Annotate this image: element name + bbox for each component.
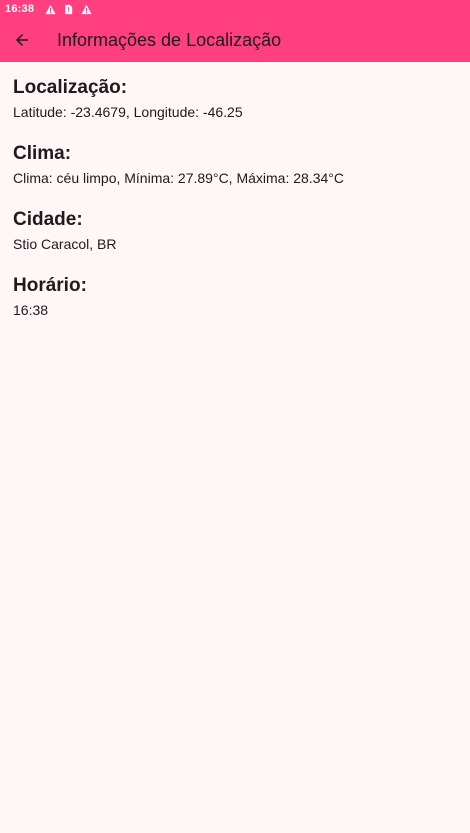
warning-icon: [44, 3, 56, 15]
arrow-left-icon: [13, 31, 31, 49]
section-title: Clima:: [13, 143, 72, 164]
section-title: Localização:: [13, 77, 128, 98]
warning-icon: [80, 3, 92, 15]
page-title: Informações de Localização: [57, 29, 282, 50]
time-section: Horário: 16:38: [13, 273, 457, 339]
weather-section: Clima: Clima: céu limpo, Mínima: 27.89°C…: [13, 141, 457, 207]
section-title: Cidade:: [13, 209, 83, 230]
section-value: Latitude: -23.4679, Longitude: -46.25: [13, 104, 243, 120]
location-info-content: Localização: Latitude: -23.4679, Longitu…: [13, 62, 457, 339]
section-title: Horário:: [13, 275, 87, 296]
back-button[interactable]: [0, 18, 44, 62]
status-time: 16:38: [5, 3, 35, 15]
sim-alert-icon: [62, 3, 74, 15]
location-section: Localização: Latitude: -23.4679, Longitu…: [13, 62, 457, 141]
section-value: Stio Caracol, BR: [13, 236, 117, 252]
section-value: Clima: céu limpo, Mínima: 27.89°C, Máxim…: [13, 170, 344, 186]
status-bar: 16:38: [0, 0, 470, 18]
app-bar: Informações de Localização: [0, 18, 470, 62]
section-value: 16:38: [13, 302, 49, 318]
city-section: Cidade: Stio Caracol, BR: [13, 207, 457, 273]
